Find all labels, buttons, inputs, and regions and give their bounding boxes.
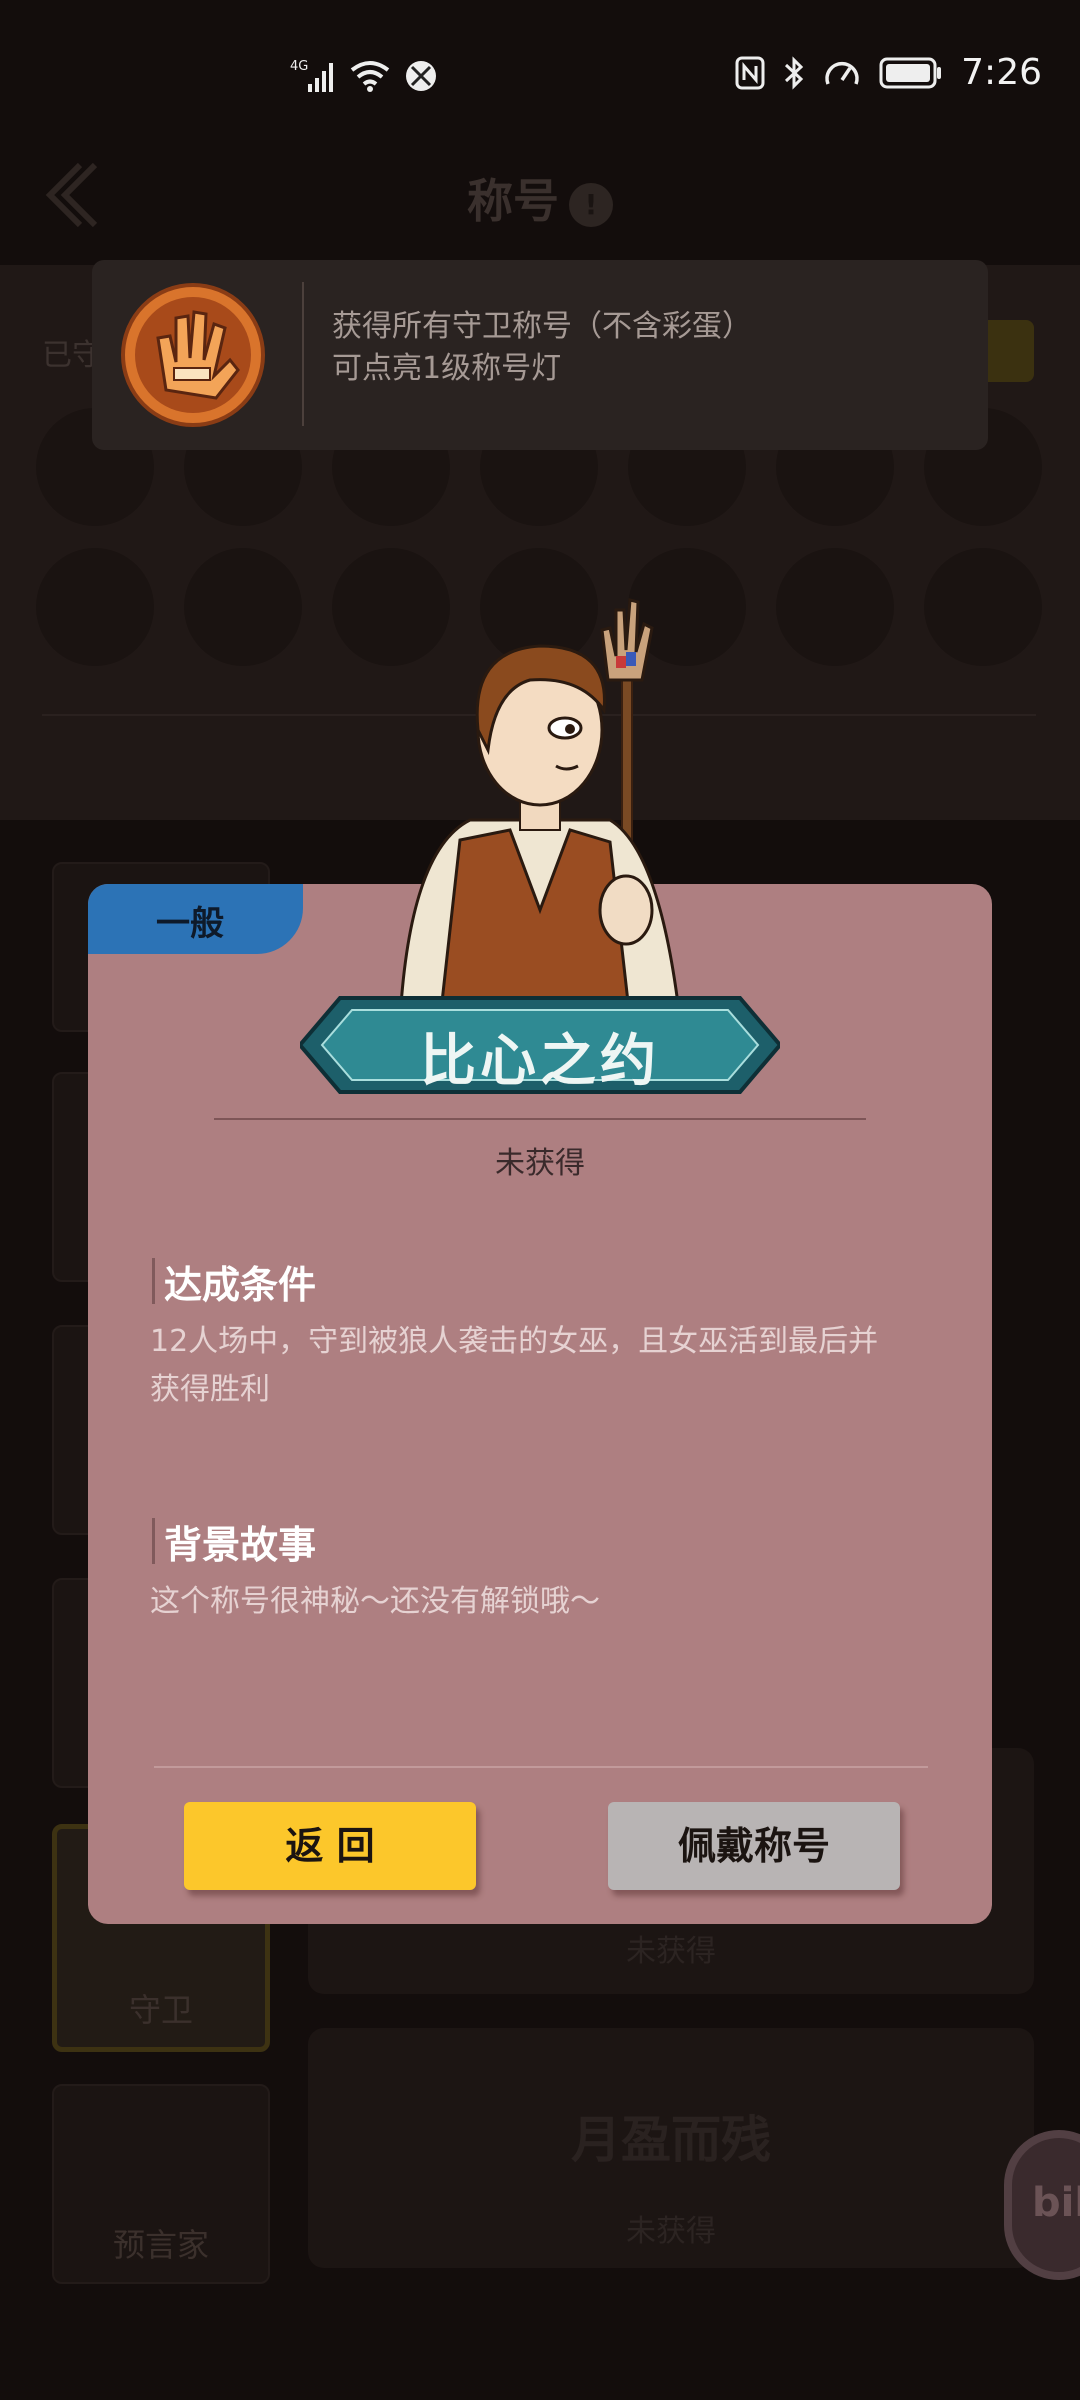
condition-line: 12人场中，守到被狼人袭击的女巫，且女巫活到最后并 bbox=[150, 1324, 879, 1359]
role-label: 预言家 bbox=[112, 2226, 209, 2264]
guard-character-illustration bbox=[398, 598, 682, 1020]
speed-icon bbox=[825, 61, 859, 85]
app-notification-icon bbox=[406, 61, 436, 91]
clock: 7:26 bbox=[961, 52, 1042, 93]
rarity-badge: 一般 bbox=[88, 884, 303, 954]
wifi-icon bbox=[350, 61, 390, 92]
achievement-tooltip: 获得所有守卫称号（不含彩蛋） 可点亮1级称号灯 bbox=[92, 260, 988, 450]
section-marker bbox=[152, 1518, 155, 1564]
tooltip-divider bbox=[302, 282, 304, 426]
story-text: 这个称号很神秘～还没有解锁哦～ bbox=[150, 1584, 600, 1619]
condition-text: 12人场中，守到被狼人袭击的女巫，且女巫活到最后并 获得胜利 bbox=[150, 1318, 878, 1414]
signal-icon: 4G bbox=[290, 59, 333, 92]
battery-icon bbox=[879, 57, 942, 88]
role-label: 守卫 bbox=[128, 1991, 193, 2029]
back-button[interactable]: 返 回 bbox=[184, 1802, 476, 1890]
role-tab-seer[interactable]: 预言家 bbox=[52, 2084, 270, 2284]
bluetooth-icon bbox=[785, 55, 804, 90]
guard-hand-badge-icon bbox=[121, 283, 265, 427]
status-bar: 4G 7:26 bbox=[0, 0, 1080, 150]
title-card-status: 未获得 bbox=[626, 2214, 716, 2249]
title-slot[interactable] bbox=[776, 548, 894, 666]
wear-title-button[interactable]: 佩戴称号 bbox=[608, 1802, 900, 1890]
divider bbox=[154, 1766, 928, 1768]
title-card-status: 未获得 bbox=[626, 1934, 716, 1969]
network-type: 4G bbox=[290, 59, 308, 74]
title-card-name: 月盈而残 bbox=[571, 2111, 771, 2169]
title-card[interactable]: 月盈而残 未获得 bbox=[308, 2028, 1034, 2268]
page-title: 称号! bbox=[0, 165, 1080, 231]
info-icon[interactable]: ! bbox=[569, 182, 613, 227]
bilibili-floating-icon[interactable]: bili bbox=[1004, 2130, 1080, 2280]
condition-line: 获得胜利 bbox=[150, 1372, 270, 1407]
title-slot[interactable] bbox=[36, 548, 154, 666]
nfc-icon bbox=[735, 56, 765, 89]
story-heading: 背景故事 bbox=[164, 1523, 317, 1567]
title-name: 比心之约 bbox=[420, 1029, 660, 1094]
obtain-status: 未获得 bbox=[495, 1146, 585, 1181]
tooltip-line: 获得所有守卫称号（不含彩蛋） bbox=[332, 309, 752, 344]
title-slot[interactable] bbox=[184, 548, 302, 666]
section-marker bbox=[152, 1258, 155, 1304]
condition-heading: 达成条件 bbox=[164, 1263, 317, 1307]
tooltip-line: 可点亮1级称号灯 bbox=[332, 351, 562, 386]
tooltip-text: 获得所有守卫称号（不含彩蛋） 可点亮1级称号灯 bbox=[332, 306, 752, 390]
divider bbox=[214, 1118, 866, 1120]
title-slot[interactable] bbox=[924, 548, 1042, 666]
rarity-label: 一般 bbox=[156, 904, 224, 944]
